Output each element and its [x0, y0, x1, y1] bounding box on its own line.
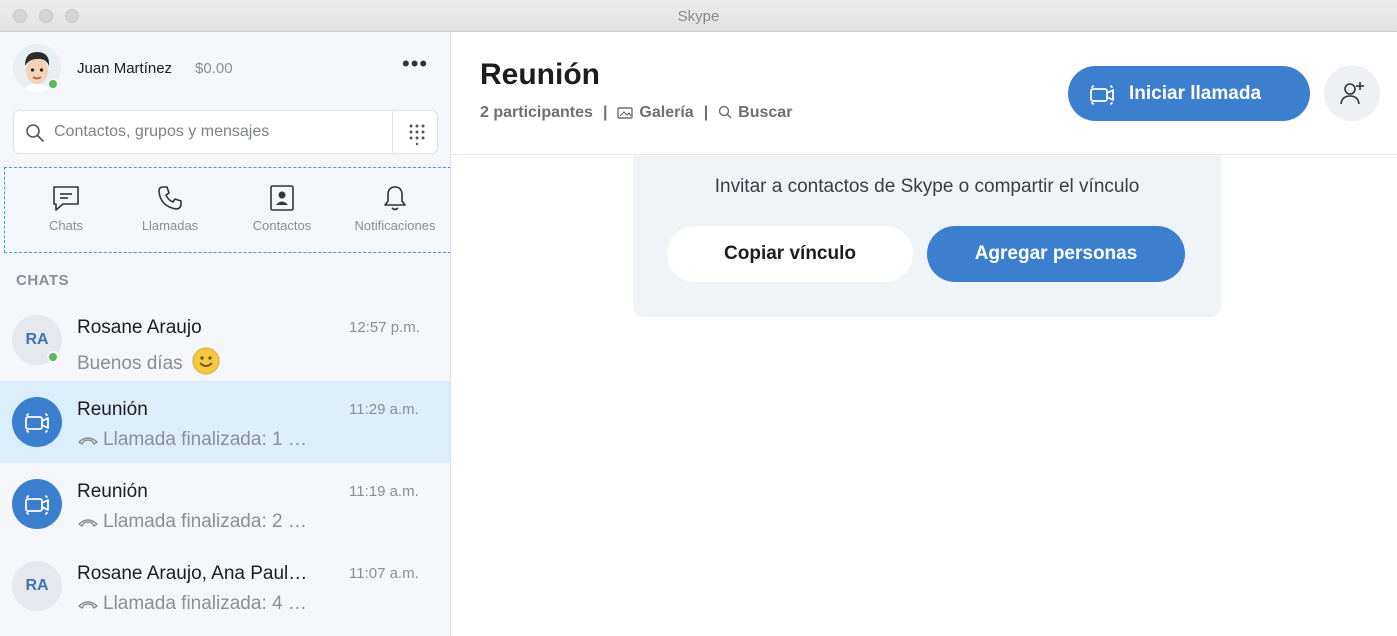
phone-icon: [158, 186, 182, 210]
gallery-label: Galería: [639, 104, 694, 121]
profile-name[interactable]: Juan Martínez: [77, 60, 172, 77]
profile-header: Juan Martínez $0.00 •••: [0, 32, 450, 104]
chat-name: Reunión: [77, 481, 148, 502]
chat-name: Rosane Araujo, Ana Paul…: [77, 563, 308, 584]
video-call-icon: [1090, 85, 1114, 105]
search-label: Buscar: [738, 104, 793, 121]
nav-tab-notifications[interactable]: Notificaciones: [340, 168, 450, 252]
nav-tab-contacts[interactable]: Contactos: [227, 168, 337, 252]
meta-separator: |: [703, 104, 709, 121]
chat-preview: Llamada finalizada: 1 …: [77, 429, 337, 451]
copy-link-button[interactable]: Copiar vínculo: [667, 226, 913, 282]
gallery-link[interactable]: Galería: [617, 104, 694, 121]
invite-card: Invitar a contactos de Skype o compartir…: [633, 156, 1221, 317]
call-ended-icon: [78, 601, 98, 609]
start-call-button[interactable]: Iniciar llamada: [1068, 66, 1310, 121]
chat-preview-text: Buenos días: [77, 353, 183, 374]
window-titlebar: Skype: [0, 0, 1397, 32]
conversation-panel: Reunión 2 participantes | Galería | Buscar I…: [451, 32, 1397, 636]
chat-preview-text: Llamada finalizada: 1 …: [103, 429, 307, 450]
nav-tab-chats[interactable]: Chats: [11, 168, 121, 252]
chat-preview-text: Llamada finalizada: 2 …: [103, 511, 307, 532]
chat-list-item[interactable]: RA Rosane Araujo 12:57 p.m. Buenos días: [0, 299, 450, 381]
sidebar: Juan Martínez $0.00 ••• Chats: [0, 32, 451, 636]
search-divider: [392, 111, 393, 153]
meta-separator: |: [602, 104, 608, 121]
nav-tab-label: Chats: [49, 218, 83, 233]
dialpad-icon[interactable]: [406, 123, 428, 145]
chat-list-item[interactable]: RA Rosane Araujo, Ana Paul… 11:07 a.m. L…: [0, 545, 450, 627]
chat-time: 12:57 p.m.: [349, 319, 420, 336]
more-options-button[interactable]: •••: [402, 53, 428, 75]
smile-emoji-icon: [192, 347, 220, 375]
conversation-search-link[interactable]: Buscar: [718, 104, 792, 121]
video-group-icon: [25, 413, 49, 433]
search-box: [13, 110, 438, 154]
chat-time: 11:07 a.m.: [349, 565, 419, 582]
chat-list-item[interactable]: Reunión 11:29 a.m. Llamada finalizada: 1…: [0, 381, 450, 463]
video-group-icon: [25, 495, 49, 515]
online-status-indicator: [47, 351, 59, 363]
group-avatar: [12, 397, 62, 447]
chat-icon: [53, 186, 79, 211]
gallery-icon: [617, 107, 634, 119]
nav-tab-label: Notificaciones: [354, 218, 436, 233]
contacts-icon: [270, 185, 294, 211]
chat-name: Reunión: [77, 399, 148, 420]
online-status-indicator: [47, 78, 59, 90]
call-ended-icon: [78, 437, 98, 445]
search-input[interactable]: [54, 119, 394, 145]
chat-list-item[interactable]: Reunión 11:19 a.m. Llamada finalizada: 2…: [0, 463, 450, 545]
group-avatar: [12, 479, 62, 529]
start-call-label: Iniciar llamada: [1129, 83, 1262, 104]
call-ended-icon: [78, 519, 98, 527]
add-people-button[interactable]: Agregar personas: [927, 226, 1185, 282]
chats-section-title: CHATS: [16, 272, 70, 289]
chat-name: Rosane Araujo: [77, 317, 202, 338]
search-icon: [718, 105, 732, 119]
invite-message: Invitar a contactos de Skype o compartir…: [714, 176, 1140, 197]
chat-preview: Buenos días: [77, 347, 337, 375]
chat-preview: Llamada finalizada: 4 …: [77, 593, 337, 615]
conversation-meta: 2 participantes | Galería | Buscar: [480, 104, 792, 122]
participants-link[interactable]: 2 participantes: [480, 104, 593, 121]
add-participant-button[interactable]: [1324, 65, 1380, 121]
search-icon: [26, 124, 44, 142]
window-title: Skype: [677, 8, 720, 25]
add-person-icon: [1340, 82, 1364, 105]
conversation-title[interactable]: Reunión: [480, 58, 600, 92]
conversation-header: Reunión 2 participantes | Galería | Buscar I…: [451, 32, 1397, 155]
contact-avatar: RA: [12, 561, 62, 611]
nav-tab-calls[interactable]: Llamadas: [115, 168, 225, 252]
profile-credit[interactable]: $0.00: [195, 60, 233, 77]
nav-tab-label: Contactos: [252, 218, 312, 233]
nav-tab-label: Llamadas: [141, 218, 199, 233]
main-navigation: Chats Llamadas Contactos Notificaciones: [4, 167, 450, 253]
chat-preview: Llamada finalizada: 2 …: [77, 511, 337, 533]
chat-preview-text: Llamada finalizada: 4 …: [103, 593, 307, 614]
chat-time: 11:29 a.m.: [349, 401, 419, 418]
chat-time: 11:19 a.m.: [349, 483, 419, 500]
bell-icon: [384, 186, 406, 211]
